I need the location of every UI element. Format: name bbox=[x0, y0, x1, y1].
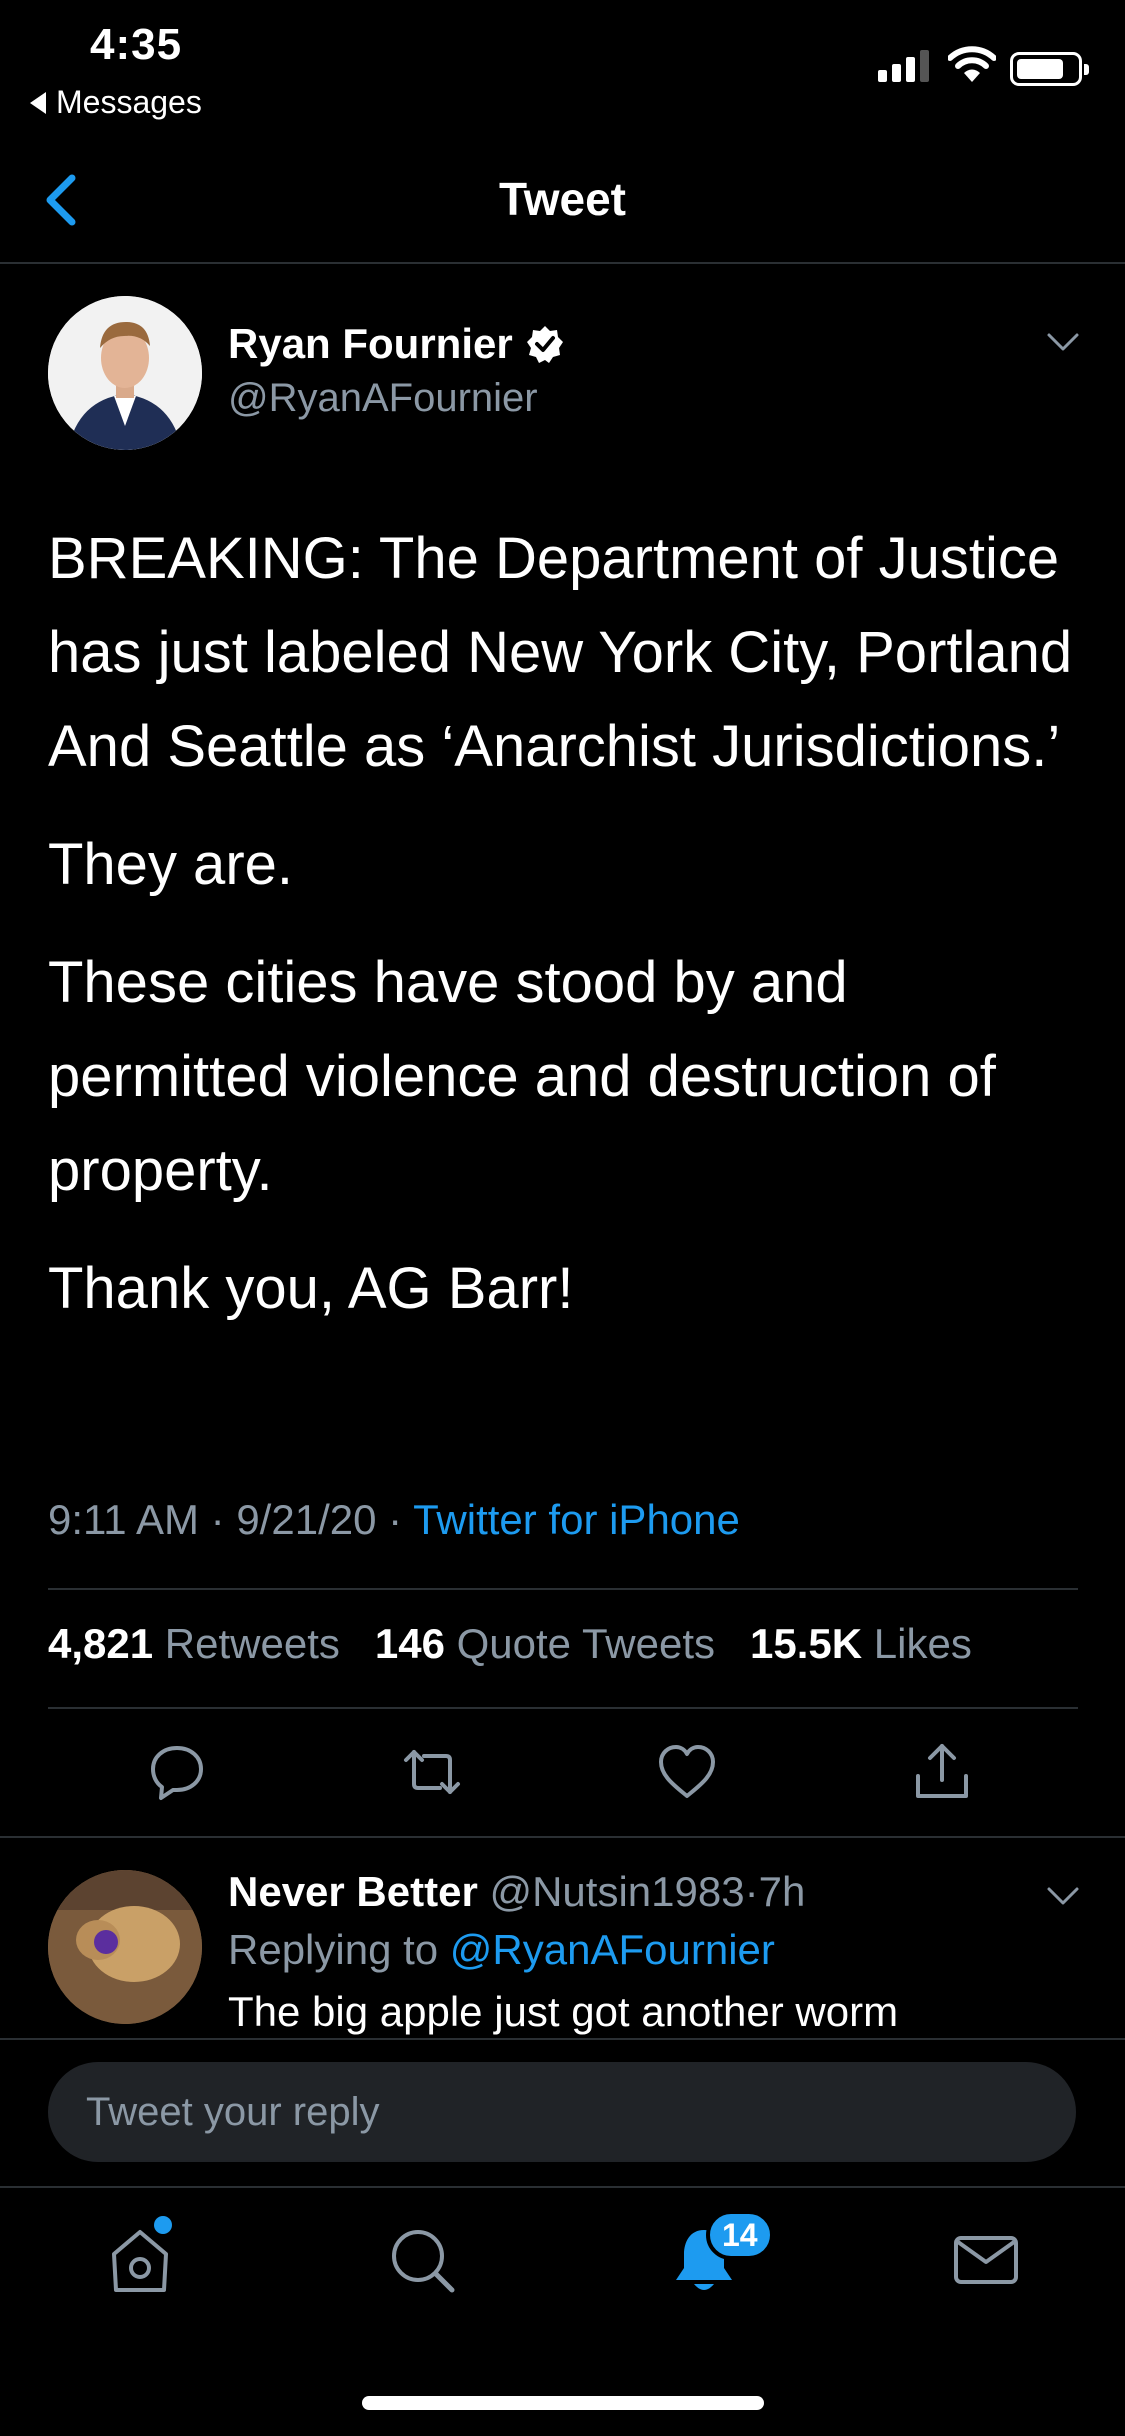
tweet-date: 9/21/20 bbox=[236, 1496, 377, 1543]
divider bbox=[0, 2186, 1125, 2188]
chevron-down-icon[interactable] bbox=[1045, 1884, 1081, 1908]
tweet-stats: 4,821 Retweets 146 Quote Tweets 15.5K Li… bbox=[48, 1620, 972, 1668]
battery-icon bbox=[1010, 52, 1089, 86]
tweet-paragraph: BREAKING: The Department of Justice has … bbox=[48, 526, 1073, 779]
messages-mail-icon[interactable] bbox=[946, 2220, 1026, 2300]
status-bar: 4:35 Messages bbox=[0, 0, 1125, 130]
share-icon[interactable] bbox=[910, 1740, 974, 1804]
reply-avatar[interactable] bbox=[48, 1870, 202, 2024]
portrait-image bbox=[48, 296, 202, 450]
likes-count: 15.5K bbox=[750, 1620, 863, 1667]
author-handle[interactable]: @RyanAFournier bbox=[228, 376, 538, 421]
tweet-source-link[interactable]: Twitter for iPhone bbox=[413, 1496, 740, 1543]
retweet-icon[interactable] bbox=[400, 1740, 464, 1804]
back-triangle-icon bbox=[30, 91, 46, 114]
divider bbox=[0, 2038, 1125, 2040]
home-unread-dot bbox=[154, 2216, 172, 2234]
reply-input[interactable] bbox=[48, 2062, 1076, 2162]
replying-to: Replying to @RyanAFournier bbox=[228, 1926, 775, 1974]
notifications-badge: 14 bbox=[706, 2210, 774, 2260]
tweet-text: BREAKING: The Department of Justice has … bbox=[48, 512, 1088, 1360]
replying-to-link[interactable]: @RyanAFournier bbox=[450, 1926, 775, 1973]
tweet-paragraph: These cities have stood by and permitted… bbox=[48, 950, 996, 1203]
dog-photo-image bbox=[48, 1870, 202, 2024]
nav-bar: Tweet bbox=[0, 150, 1125, 264]
retweets-stat[interactable]: 4,821 Retweets bbox=[48, 1620, 340, 1667]
quotes-count: 146 bbox=[374, 1620, 445, 1667]
tweet-actions bbox=[0, 1740, 1125, 1830]
reply-header: Never Better @Nutsin1983·7h bbox=[228, 1868, 805, 1916]
meta-separator: · bbox=[744, 1868, 759, 1915]
chevron-down-icon[interactable] bbox=[1045, 330, 1081, 354]
reply-text: The big apple just got another worm bbox=[228, 1988, 899, 2035]
home-indicator[interactable] bbox=[362, 2396, 764, 2410]
quotes-stat[interactable]: 146 Quote Tweets bbox=[375, 1620, 715, 1667]
tweet-time: 9:11 AM bbox=[48, 1496, 199, 1543]
likes-label: Likes bbox=[873, 1620, 972, 1667]
reply-author-handle[interactable]: @Nutsin1983 bbox=[489, 1868, 744, 1915]
author-name-row[interactable]: Ryan Fournier bbox=[228, 320, 565, 368]
replying-to-label: Replying to bbox=[228, 1926, 439, 1973]
tweet-paragraph: They are. bbox=[48, 832, 293, 897]
search-icon[interactable] bbox=[382, 2220, 462, 2300]
meta-separator: · bbox=[210, 1496, 225, 1543]
back-app-label: Messages bbox=[56, 84, 202, 120]
reply-input-container[interactable] bbox=[48, 2062, 1076, 2162]
quotes-label: Quote Tweets bbox=[456, 1620, 716, 1667]
retweets-count: 4,821 bbox=[48, 1620, 154, 1667]
tweet-meta: 9:11 AM · 9/21/20 · Twitter for iPhone bbox=[48, 1496, 740, 1544]
reply-age: 7h bbox=[758, 1868, 806, 1915]
tweet-paragraph: Thank you, AG Barr! bbox=[48, 1256, 574, 1321]
like-heart-icon[interactable] bbox=[655, 1740, 719, 1804]
reply-icon[interactable] bbox=[145, 1740, 209, 1804]
status-time: 4:35 bbox=[90, 20, 183, 69]
meta-separator: · bbox=[388, 1496, 403, 1543]
divider bbox=[0, 1836, 1125, 1838]
page-title: Tweet bbox=[499, 173, 626, 225]
author-avatar[interactable] bbox=[48, 296, 202, 450]
cellular-signal-icon bbox=[878, 48, 929, 82]
author-name[interactable]: Ryan Fournier bbox=[228, 320, 513, 368]
verified-badge-icon bbox=[526, 326, 563, 363]
retweets-label: Retweets bbox=[164, 1620, 340, 1667]
divider bbox=[48, 1588, 1078, 1590]
reply-author-name[interactable]: Never Better bbox=[228, 1868, 478, 1915]
divider bbox=[48, 1707, 1078, 1709]
wifi-icon bbox=[948, 46, 996, 82]
back-to-messages[interactable]: Messages bbox=[30, 84, 202, 121]
likes-stat[interactable]: 15.5K Likes bbox=[750, 1620, 972, 1667]
reply-tweet[interactable]: Never Better @Nutsin1983·7h Replying to … bbox=[0, 1840, 1125, 2038]
